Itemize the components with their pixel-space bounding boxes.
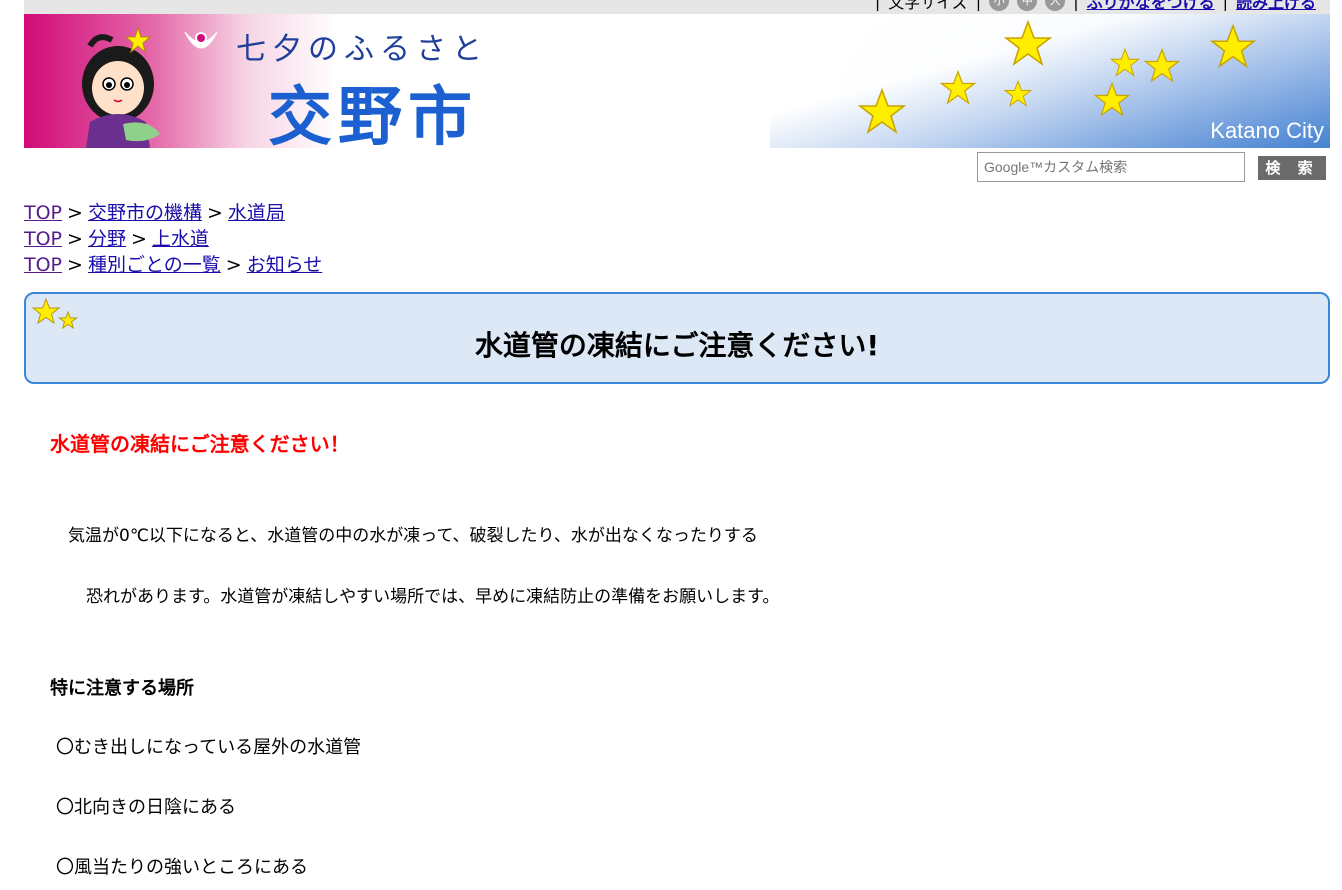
header-banner[interactable]: 七夕のふるさと 交野市 Katano City [24,14,1330,148]
star-icon [858,88,906,135]
font-size-label: 文字サイズ [888,0,968,12]
read-aloud-link[interactable]: 読み上げる [1236,0,1316,13]
star-icon [1144,48,1180,83]
breadcrumb-link[interactable]: 種別ごとの一覧 [88,254,221,276]
breadcrumb-top-link[interactable]: TOP [24,228,62,250]
search-button[interactable]: 検 索 [1258,156,1326,180]
utility-bar: | 文字サイズ | 小 中 大 | ふりがなをつける | 読み上げる [24,0,1330,14]
list-item: 〇風当たりの強いところにある [56,857,308,878]
font-size-medium-button[interactable]: 中 [1017,0,1038,11]
breadcrumb: TOP > 種別ごとの一覧 > お知らせ [24,254,323,276]
orihime-mascot [82,26,160,148]
page-title-box: 水道管の凍結にご注意ください! [24,292,1330,384]
star-icon [1004,20,1052,67]
section-heading: 特に注意する場所 [50,678,194,699]
page-title: 水道管の凍結にご注意ください! [474,329,880,362]
furigana-link[interactable]: ふりがなをつける [1087,0,1215,13]
breadcrumb-list: TOP > 交野市の機構 > 水道局 TOP > 分野 > 上水道 TOP > 種別ごとの一覧 > お知… [24,200,322,278]
breadcrumb-link[interactable]: 水道局 [228,202,285,224]
star-icon [1004,80,1032,107]
star-icon [1210,24,1256,69]
list-item: 〇むき出しになっている屋外の水道管 [56,737,362,758]
breadcrumb-link[interactable]: 分野 [88,228,126,250]
body-paragraph: 恐れがあります。水道管が凍結しやすい場所では、早めに凍結防止の準備をお願いします… [86,587,780,607]
alert-heading: 水道管の凍結にご注意ください！ [50,432,350,456]
breadcrumb-link[interactable]: お知らせ [247,254,323,276]
site-tagline: 七夕のふるさと [236,32,488,67]
list-item: 〇北向きの日陰にある [56,797,236,818]
breadcrumb-link[interactable]: 交野市の機構 [88,202,202,224]
city-name-english: Katano City [1210,118,1324,143]
star-icon [940,70,976,105]
search-input[interactable] [977,152,1245,182]
breadcrumb-link[interactable]: 上水道 [152,228,209,250]
breadcrumb-top-link[interactable]: TOP [24,254,62,276]
star-icon [1094,82,1130,117]
font-size-large-button[interactable]: 大 [1045,0,1066,11]
breadcrumb: TOP > 分野 > 上水道 [24,228,209,250]
breadcrumb-top-link[interactable]: TOP [24,202,62,224]
star-icon [1110,48,1140,77]
body-paragraph: 気温が0℃以下になると、水道管の中の水が凍って、破裂したり、水が出なくなったりす… [68,526,758,546]
city-emblem-icon [184,31,218,49]
font-size-small-button[interactable]: 小 [989,0,1010,11]
breadcrumb: TOP > 交野市の機構 > 水道局 [24,202,285,224]
city-logo-text: 交野市 [268,81,478,148]
